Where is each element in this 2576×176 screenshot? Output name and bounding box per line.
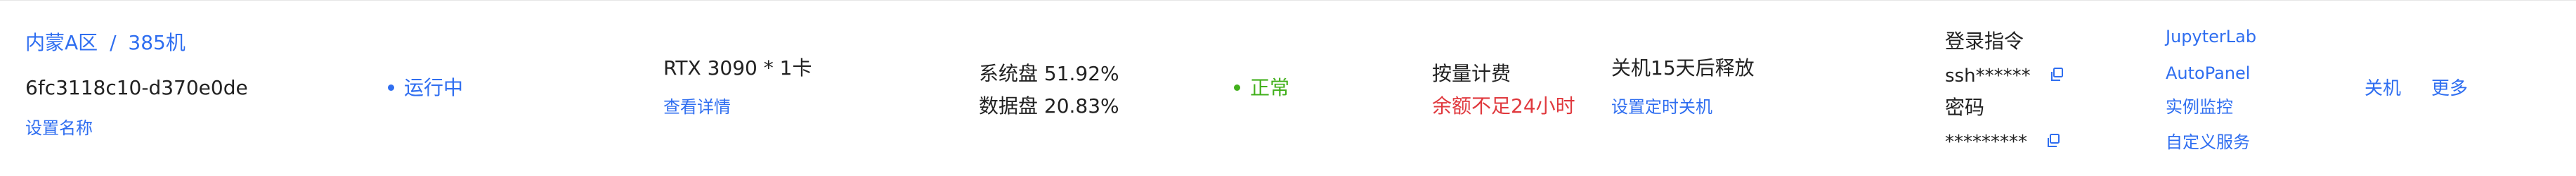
release-policy: 关机15天后释放 xyxy=(1611,56,1755,80)
password-value: ********* xyxy=(1945,132,2027,153)
status-label: 运行中 xyxy=(404,76,464,99)
machine-text[interactable]: 385机 xyxy=(128,31,185,54)
more-button[interactable]: 更多 xyxy=(2431,77,2468,101)
region-separator: / xyxy=(110,31,117,54)
running-status: 运行中 xyxy=(388,75,463,101)
health-dot-icon xyxy=(1234,84,1240,91)
login-command-row: ssh****** xyxy=(1945,64,2064,88)
set-name-link[interactable]: 设置名称 xyxy=(25,118,93,139)
copy-icon[interactable] xyxy=(2049,67,2064,82)
login-command-label: 登录指令 xyxy=(1945,30,2024,53)
balance-warning: 余额不足24小时 xyxy=(1432,94,1575,118)
health-status: 正常 xyxy=(1234,75,1289,101)
gpu-details-link[interactable]: 查看详情 xyxy=(663,96,731,118)
status-dot-icon xyxy=(388,84,394,91)
system-disk-usage: 系统盘 51.92% xyxy=(979,62,1119,85)
instance-id: 6fc3118c10-d370e0de xyxy=(25,76,248,99)
jupyterlab-link[interactable]: JupyterLab xyxy=(2166,26,2256,47)
copy-icon[interactable] xyxy=(2045,133,2061,149)
data-disk-usage: 数据盘 20.83% xyxy=(979,94,1119,118)
password-row: ********* xyxy=(1945,130,2061,154)
region-text[interactable]: 内蒙A区 xyxy=(25,31,98,54)
health-label: 正常 xyxy=(1250,76,1290,99)
password-label: 密码 xyxy=(1945,96,1985,119)
login-command-value: ssh****** xyxy=(1945,65,2031,87)
custom-service-link[interactable]: 自定义服务 xyxy=(2166,132,2250,153)
instance-monitor-link[interactable]: 实例监控 xyxy=(2166,96,2233,118)
shutdown-button[interactable]: 关机 xyxy=(2364,77,2401,101)
region-machine-link[interactable]: 内蒙A区 / 385机 xyxy=(25,30,186,56)
autopanel-link[interactable]: AutoPanel xyxy=(2166,63,2250,84)
gpu-spec: RTX 3090 * 1卡 xyxy=(663,56,812,80)
instance-row: 内蒙A区 / 385机 6fc3118c10-d370e0de 设置名称 运行中… xyxy=(0,0,2576,176)
schedule-shutdown-link[interactable]: 设置定时关机 xyxy=(1611,96,1712,118)
billing-mode: 按量计费 xyxy=(1432,62,1511,85)
